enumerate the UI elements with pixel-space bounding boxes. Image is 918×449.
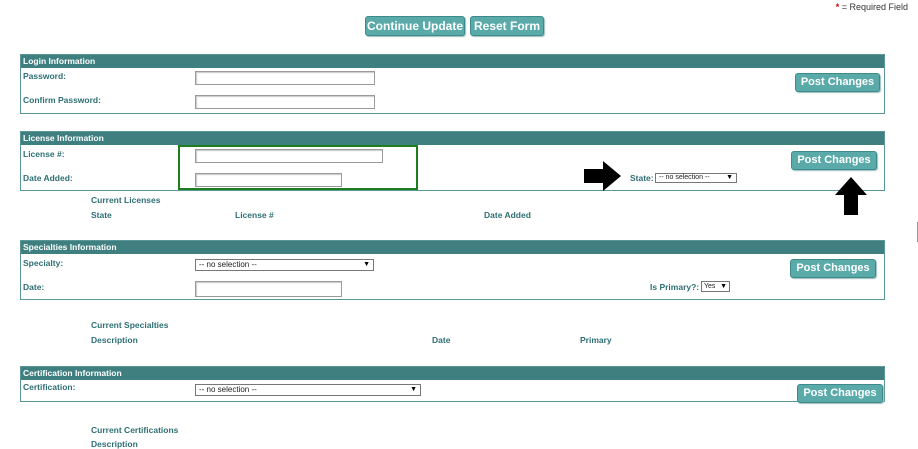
- is-primary-label: Is Primary?:: [650, 282, 700, 292]
- license-number-field[interactable]: [195, 149, 383, 163]
- confirm-password-field[interactable]: [195, 95, 375, 109]
- login-header: Login Information: [21, 55, 884, 68]
- login-panel: Login Information: [20, 54, 885, 114]
- certification-select-value: -- no selection --: [199, 385, 257, 394]
- chevron-down-icon: ▼: [726, 174, 733, 181]
- required-field-note: * = Required Field: [836, 2, 908, 12]
- license-header: License Information: [21, 132, 884, 145]
- certification-header: Certification Information: [21, 367, 884, 380]
- chevron-down-icon: ▼: [720, 283, 727, 290]
- specialties-panel: Specialties Information: [20, 240, 885, 300]
- is-primary-select-value: Yes: [704, 283, 716, 290]
- specialties-col-primary: Primary: [580, 335, 612, 345]
- specialties-col-description: Description: [91, 335, 138, 345]
- specialties-post-changes-button[interactable]: Post Changes: [790, 259, 876, 278]
- certification-panel: Certification Information: [20, 366, 885, 402]
- certification-post-changes-button[interactable]: Post Changes: [797, 384, 883, 403]
- state-select-value: -- no selection --: [659, 174, 710, 181]
- confirm-password-label: Confirm Password:: [23, 95, 101, 105]
- specialties-col-date: Date: [432, 335, 451, 345]
- chevron-down-icon: ▼: [363, 261, 370, 268]
- reset-form-button[interactable]: Reset Form: [470, 16, 544, 36]
- password-label: Password:: [23, 71, 66, 81]
- license-number-label: License #:: [23, 149, 65, 159]
- license-col-date-added: Date Added: [484, 210, 531, 220]
- is-primary-select[interactable]: Yes ▼: [701, 281, 730, 292]
- license-col-number: License #: [235, 210, 274, 220]
- license-panel: License Information: [20, 131, 885, 191]
- arrow-right-icon: [584, 161, 621, 191]
- certification-col-description: Description: [91, 439, 138, 449]
- current-licenses-title: Current Licenses: [91, 195, 161, 205]
- login-post-changes-button[interactable]: Post Changes: [795, 73, 880, 92]
- required-text: = Required Field: [839, 2, 908, 12]
- license-col-state: State: [91, 210, 112, 220]
- arrow-up-icon: [835, 177, 867, 215]
- specialty-date-field[interactable]: [195, 281, 342, 297]
- date-added-field[interactable]: [195, 173, 342, 187]
- specialties-header: Specialties Information: [21, 241, 884, 254]
- specialty-select[interactable]: -- no selection -- ▼: [195, 259, 374, 271]
- current-specialties-title: Current Specialties: [91, 320, 169, 330]
- license-post-changes-button[interactable]: Post Changes: [791, 151, 877, 170]
- state-label: State:: [630, 173, 654, 183]
- certification-select[interactable]: -- no selection -- ▼: [195, 384, 421, 396]
- specialty-date-label: Date:: [23, 282, 45, 292]
- certification-label: Certification:: [23, 382, 76, 392]
- date-added-label: Date Added:: [23, 173, 73, 183]
- current-certifications-title: Current Certifications: [91, 425, 179, 435]
- chevron-down-icon: ▼: [410, 386, 417, 393]
- specialty-select-value: -- no selection --: [199, 260, 257, 269]
- specialty-label: Specialty:: [23, 258, 64, 268]
- continue-update-button[interactable]: Continue Update: [365, 16, 465, 36]
- password-field[interactable]: [195, 71, 375, 85]
- state-select[interactable]: -- no selection -- ▼: [655, 173, 737, 183]
